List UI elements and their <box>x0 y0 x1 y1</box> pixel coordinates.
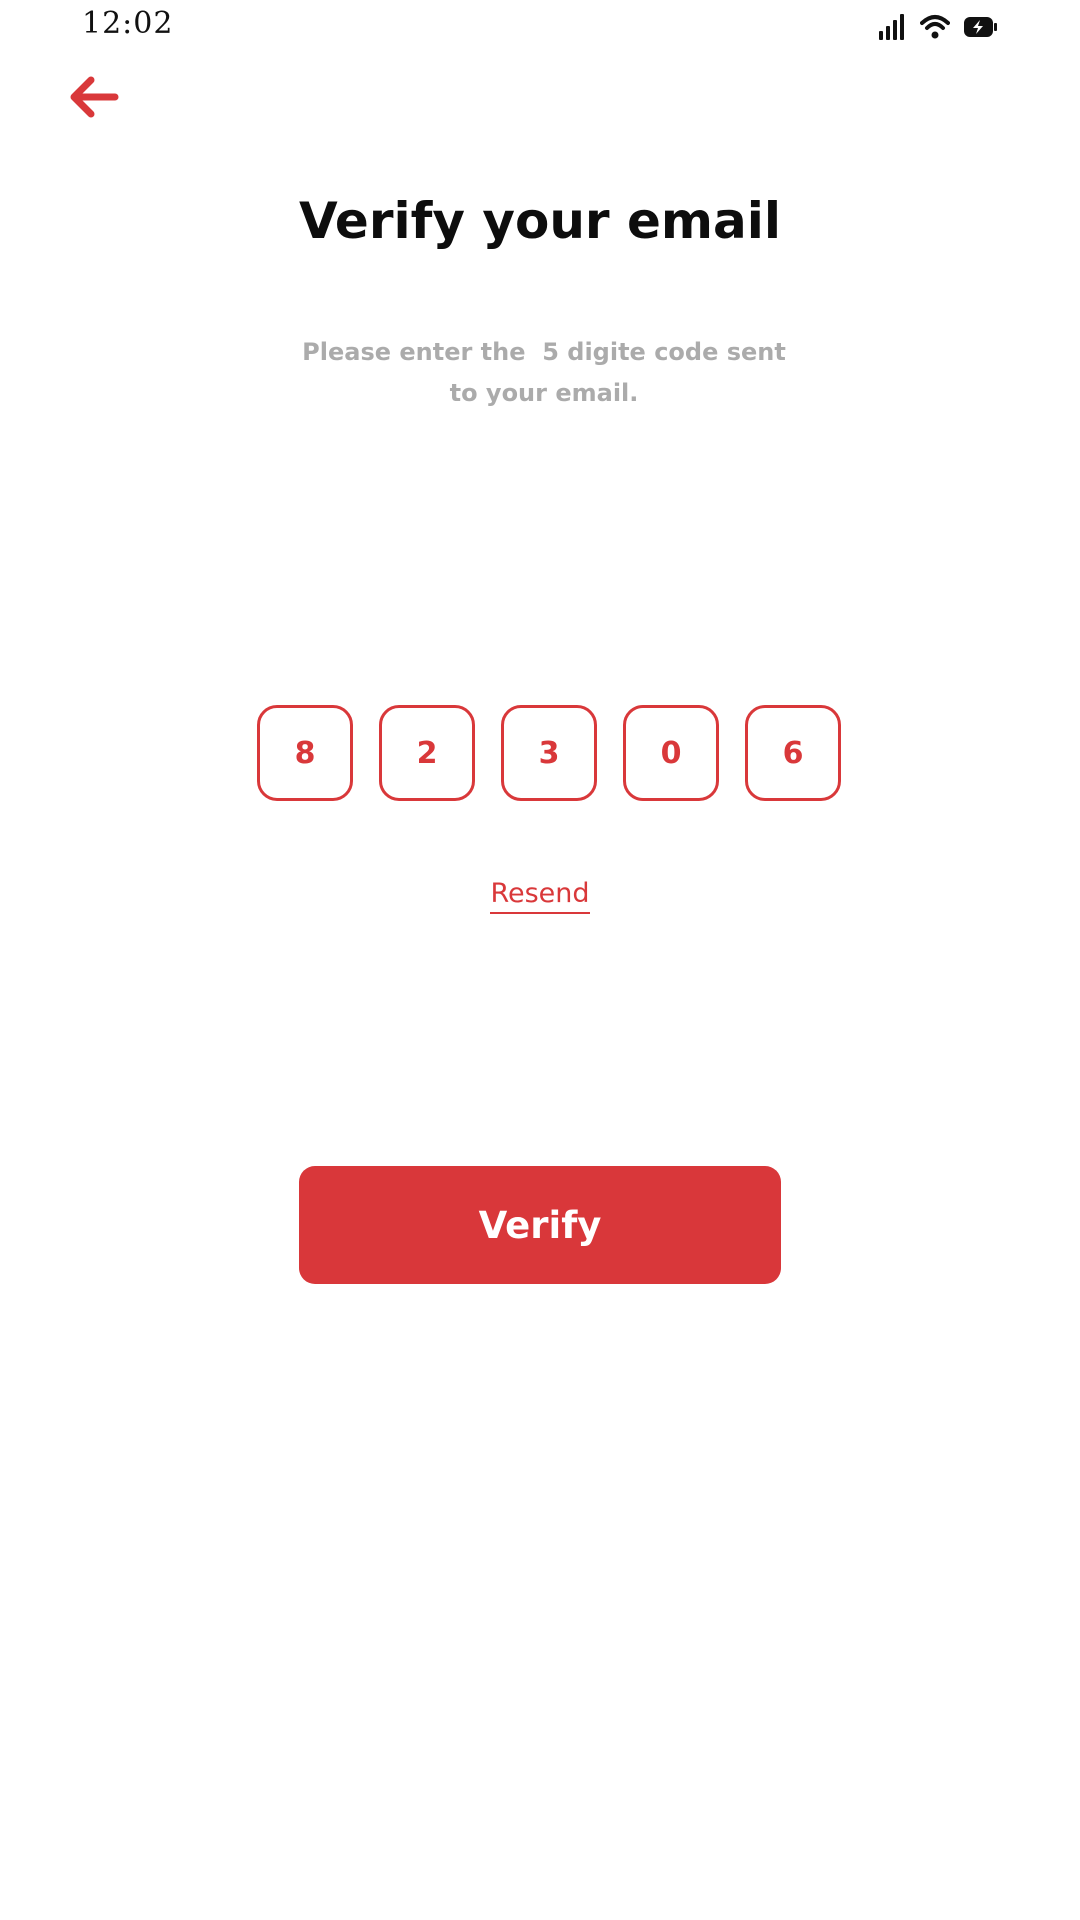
verify-button[interactable]: Verify <box>299 1166 781 1284</box>
resend-link[interactable]: Resend <box>0 878 1080 914</box>
signal-icon <box>878 14 906 40</box>
status-icons <box>878 12 998 42</box>
subtitle-text: Please enter the 5 digite code sent to y… <box>302 338 795 407</box>
status-bar: 12:02 <box>0 0 1080 56</box>
status-time: 12:02 <box>82 6 174 41</box>
code-digit-4[interactable]: 0 <box>623 705 719 801</box>
wifi-icon <box>920 14 950 40</box>
arrow-left-icon <box>69 76 119 122</box>
battery-charging-icon <box>964 15 998 39</box>
code-digit-3[interactable]: 3 <box>501 705 597 801</box>
code-digit-5[interactable]: 6 <box>745 705 841 801</box>
page-title: Verify your email <box>298 192 782 250</box>
resend-label: Resend <box>490 878 590 914</box>
code-digit-2[interactable]: 2 <box>379 705 475 801</box>
back-button[interactable] <box>66 76 122 122</box>
code-digit-1[interactable]: 8 <box>257 705 353 801</box>
verification-code-row: 8 2 3 0 6 <box>257 705 841 801</box>
